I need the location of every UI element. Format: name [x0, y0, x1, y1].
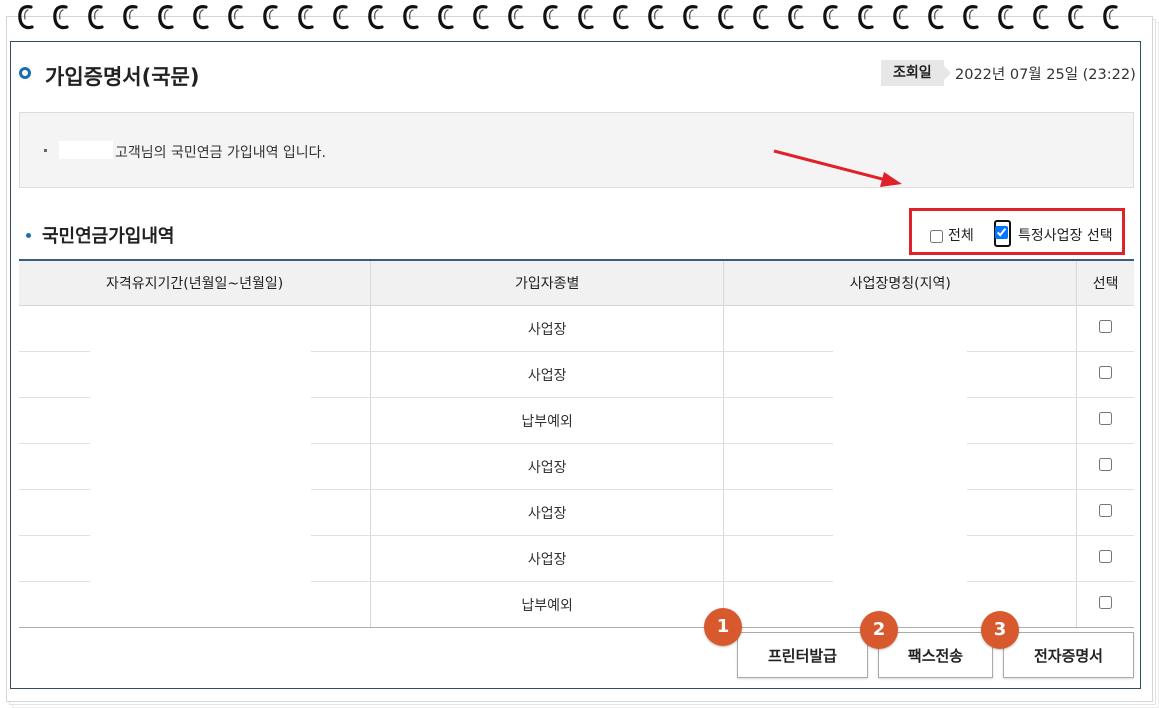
- spiral-ring-icon: [578, 5, 594, 30]
- query-date-label: 조회일: [881, 60, 951, 86]
- cell-member-type: 사업장: [370, 489, 724, 536]
- bullet-icon: [44, 149, 47, 152]
- cell-select: [1076, 397, 1134, 444]
- page-title: 가입증명서(국문): [45, 65, 200, 89]
- spiral-ring-icon: [508, 5, 524, 30]
- spiral-ring-icon: [858, 5, 874, 30]
- spiral-ring-icon: [1033, 5, 1049, 30]
- spiral-ring-icon: [928, 5, 944, 30]
- spiral-ring-icon: [753, 5, 769, 30]
- step-badge-3: 3: [981, 611, 1019, 649]
- column-header-workplace: 사업장명칭(지역): [723, 259, 1077, 306]
- spiral-ring-icon: [1068, 5, 1084, 30]
- cell-member-type: 사업장: [370, 535, 724, 582]
- spiral-ring-icon: [193, 5, 209, 30]
- print-issue-button[interactable]: 프린터발급: [737, 632, 868, 678]
- electronic-certificate-button[interactable]: 전자증명서: [1003, 632, 1134, 678]
- step-badge-2: 2: [860, 611, 898, 649]
- spiral-ring-icon: [648, 5, 664, 30]
- cell-select: [1076, 489, 1134, 536]
- cell-select: [1076, 581, 1134, 628]
- cell-member-type: 납부예외: [370, 397, 724, 444]
- column-header-select: 선택: [1076, 259, 1134, 306]
- spiral-ring-icon: [298, 5, 314, 30]
- cell-member-type: 사업장: [370, 351, 724, 398]
- query-date-value: 2022년 07월 25일 (23:22): [955, 67, 1136, 83]
- spiral-ring-icon: [333, 5, 349, 30]
- info-box: 고객님의 국민연금 가입내역 입니다.: [19, 112, 1134, 188]
- spiral-ring-icon: [438, 5, 454, 30]
- certificate-panel: 가입증명서(국문) 조회일 2022년 07월 25일 (23:22) 고객님의…: [10, 41, 1141, 689]
- filter-all-label[interactable]: 전체: [948, 225, 974, 245]
- spiral-binding: [0, 0, 1159, 36]
- spiral-ring-icon: [543, 5, 559, 30]
- row-select-checkbox[interactable]: [1099, 596, 1113, 609]
- spiral-ring-icon: [368, 5, 384, 30]
- section-title: 국민연금가입내역: [42, 226, 175, 247]
- redacted-period-area: [90, 348, 311, 591]
- redacted-workplace-area: [833, 348, 967, 591]
- cell-member-type: 납부예외: [370, 581, 724, 628]
- title-bullet-icon: [19, 67, 31, 79]
- spiral-ring-icon: [683, 5, 699, 30]
- spiral-ring-icon: [158, 5, 174, 30]
- row-select-checkbox[interactable]: [1099, 458, 1113, 471]
- spiral-ring-icon: [963, 5, 979, 30]
- column-header-type: 가입자종별: [370, 259, 724, 306]
- spiral-ring-icon: [403, 5, 419, 30]
- cell-select: [1076, 351, 1134, 398]
- spiral-ring-icon: [53, 5, 69, 30]
- row-select-checkbox[interactable]: [1099, 320, 1113, 333]
- filter-specific-checkbox[interactable]: [995, 226, 1008, 239]
- filter-specific-label[interactable]: 특정사업장 선택: [1018, 225, 1113, 245]
- cell-select: [1076, 443, 1134, 490]
- cell-period: [19, 305, 371, 352]
- row-select-checkbox[interactable]: [1099, 550, 1113, 563]
- spiral-ring-icon: [998, 5, 1014, 30]
- spiral-ring-icon: [1103, 5, 1119, 30]
- row-select-checkbox[interactable]: [1099, 366, 1113, 379]
- table-row: 사업장: [19, 305, 1134, 352]
- step-badge-1: 1: [704, 608, 742, 646]
- spiral-ring-icon: [18, 5, 34, 30]
- cell-select: [1076, 305, 1134, 352]
- spiral-ring-icon: [613, 5, 629, 30]
- spiral-ring-icon: [228, 5, 244, 30]
- table-header-row: 자격유지기간(년월일~년월일) 가입자종별 사업장명칭(지역) 선택: [19, 259, 1134, 306]
- masked-customer-name: [59, 141, 113, 159]
- spiral-ring-icon: [893, 5, 909, 30]
- info-text: 고객님의 국민연금 가입내역 입니다.: [115, 145, 326, 161]
- row-select-checkbox[interactable]: [1099, 412, 1113, 425]
- row-select-checkbox[interactable]: [1099, 504, 1113, 517]
- column-header-period: 자격유지기간(년월일~년월일): [19, 259, 371, 306]
- spiral-ring-icon: [473, 5, 489, 30]
- spiral-ring-icon: [88, 5, 104, 30]
- specific-checkbox-outline: [994, 220, 1011, 247]
- spiral-ring-icon: [263, 5, 279, 30]
- spiral-ring-icon: [823, 5, 839, 30]
- cell-member-type: 사업장: [370, 305, 724, 352]
- section-bullet-icon: [26, 233, 31, 238]
- filter-all-checkbox[interactable]: [930, 230, 943, 243]
- red-arrow-icon: [773, 149, 902, 187]
- spiral-ring-icon: [123, 5, 139, 30]
- spiral-ring-icon: [788, 5, 804, 30]
- filter-highlight-box: 전체 특정사업장 선택: [909, 208, 1125, 255]
- cell-workplace: [723, 305, 1077, 352]
- cell-member-type: 사업장: [370, 443, 724, 490]
- spiral-ring-icon: [718, 5, 734, 30]
- cell-select: [1076, 535, 1134, 582]
